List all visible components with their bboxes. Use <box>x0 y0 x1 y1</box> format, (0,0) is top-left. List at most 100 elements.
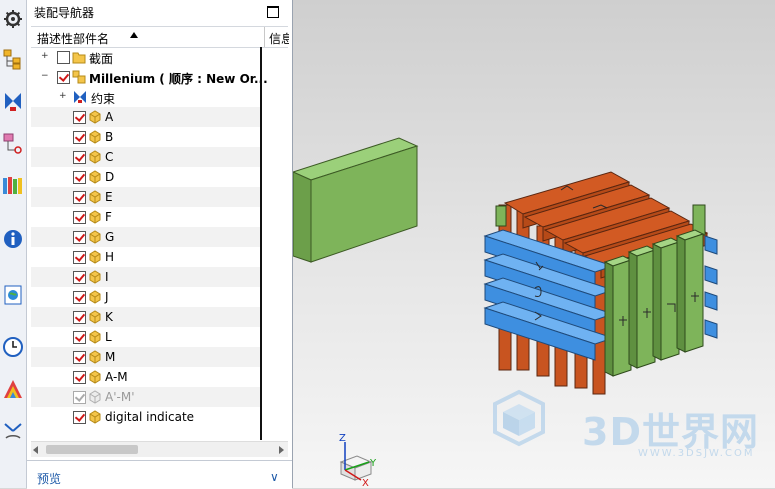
visibility-checkbox[interactable] <box>73 151 86 164</box>
tree-row-component[interactable]: A'-M' <box>31 387 260 407</box>
visibility-checkbox[interactable] <box>73 371 86 384</box>
visibility-checkbox[interactable] <box>73 391 86 404</box>
gear-icon[interactable] <box>2 8 24 30</box>
tree-label: H <box>105 250 115 264</box>
column-divider-line <box>260 47 262 440</box>
component-icon <box>89 230 101 244</box>
visibility-checkbox[interactable] <box>73 331 86 344</box>
visibility-checkbox[interactable] <box>73 291 86 304</box>
component-icon <box>89 370 101 384</box>
tree-row-component[interactable]: I <box>31 267 260 287</box>
history-clock-icon[interactable] <box>2 336 24 358</box>
component-icon <box>89 270 101 284</box>
tree-label: A-M <box>105 370 128 384</box>
folder-icon <box>72 52 86 64</box>
tree-row-component[interactable]: M <box>31 347 260 367</box>
component-icon <box>89 210 101 224</box>
visibility-checkbox[interactable] <box>73 311 86 324</box>
component-icon <box>89 130 101 144</box>
palette-icon[interactable] <box>2 378 24 400</box>
tree-row-component[interactable]: A <box>31 107 260 127</box>
tree-row-component[interactable]: G <box>31 227 260 247</box>
tree-row-component[interactable]: A-M <box>31 367 260 387</box>
visibility-checkbox[interactable] <box>73 211 86 224</box>
visibility-checkbox[interactable] <box>73 231 86 244</box>
tree-row-section[interactable]: + 截面 <box>31 47 260 67</box>
tree-row-root-assembly[interactable]: − Millenium ( 顺序 : New Or... <box>31 67 268 87</box>
axis-y-label: Y <box>369 458 377 469</box>
tree-row-component[interactable]: K <box>31 307 260 327</box>
assembly-icon <box>72 70 86 84</box>
horizontal-scrollbar[interactable] <box>31 441 288 457</box>
scroll-right-icon[interactable] <box>279 446 284 454</box>
tree-label: 约束 <box>91 92 116 106</box>
tree-row-component[interactable]: L <box>31 327 260 347</box>
tree-row-component[interactable]: J <box>31 287 260 307</box>
constraint-navigator-icon[interactable] <box>2 90 24 112</box>
visibility-checkbox[interactable] <box>57 51 70 64</box>
visibility-checkbox[interactable] <box>73 111 86 124</box>
constraint-icon <box>74 91 86 103</box>
column-header-info[interactable]: 信息 <box>269 30 289 47</box>
component-icon <box>89 150 101 164</box>
sort-ascending-icon[interactable] <box>130 32 138 38</box>
visibility-checkbox[interactable] <box>73 171 86 184</box>
web-browser-icon[interactable] <box>2 284 24 306</box>
expand-plus-icon[interactable]: + <box>41 52 49 61</box>
tree-label: digital indicate <box>105 410 195 424</box>
tree-label: J <box>105 290 109 304</box>
roles-icon[interactable] <box>2 420 24 442</box>
tree-label: A'-M' <box>105 390 135 404</box>
tree-row-component[interactable]: B <box>31 127 260 147</box>
collapse-minus-icon[interactable]: − <box>41 72 49 81</box>
scroll-left-icon[interactable] <box>33 446 38 454</box>
tree-row-component[interactable]: F <box>31 207 260 227</box>
component-icon <box>89 250 101 264</box>
column-header-row: 描述性部件名 信息 <box>31 26 289 48</box>
column-divider[interactable] <box>264 27 265 47</box>
part-navigator-icon[interactable] <box>2 132 24 154</box>
tree-row-component[interactable]: C <box>31 147 260 167</box>
tree-label: C <box>105 150 114 164</box>
expand-plus-icon[interactable]: + <box>59 92 67 101</box>
tree-row-component[interactable]: H <box>31 247 260 267</box>
reuse-library-icon[interactable] <box>2 174 24 196</box>
tree-row-component[interactable]: D <box>31 167 260 187</box>
visibility-checkbox[interactable] <box>73 271 86 284</box>
green-slab[interactable] <box>293 137 419 263</box>
tree-label: G <box>105 230 115 244</box>
graphics-viewport[interactable]: Z Y X 3D世界网 WWW.3DSJW.COM <box>293 0 775 488</box>
visibility-checkbox[interactable] <box>73 131 86 144</box>
assembly-navigator-panel: 装配导航器 描述性部件名 信息 + 截面 − Millenium ( 顺序 : … <box>27 0 293 489</box>
component-icon <box>89 190 101 204</box>
visibility-checkbox[interactable] <box>73 251 86 264</box>
maximize-button[interactable] <box>267 6 279 18</box>
puzzle-cube[interactable] <box>483 171 718 395</box>
tree-label: 截面 <box>89 52 114 66</box>
chevron-down-icon[interactable]: ∨ <box>270 470 279 484</box>
visibility-checkbox[interactable] <box>73 411 86 424</box>
visibility-checkbox[interactable] <box>57 71 70 84</box>
component-icon <box>89 290 101 304</box>
tree-label: E <box>105 190 113 204</box>
component-icon <box>89 350 101 364</box>
toolbar-strip <box>0 0 27 488</box>
watermark-logo <box>493 389 545 447</box>
scrollbar-thumb[interactable] <box>46 445 138 454</box>
assembly-navigator-icon[interactable] <box>2 48 24 70</box>
tree-row-constraints[interactable]: + 约束 <box>31 87 260 107</box>
tree-label: Millenium ( 顺序 : New Or... <box>89 72 268 86</box>
preview-section[interactable]: 预览 ∨ <box>27 460 292 489</box>
tree-label: B <box>105 130 114 144</box>
info-icon[interactable] <box>2 228 24 250</box>
axis-z-label: Z <box>339 433 346 444</box>
visibility-checkbox[interactable] <box>73 191 86 204</box>
tree-row-component[interactable]: E <box>31 187 260 207</box>
tree-label: M <box>105 350 116 364</box>
tree-label: K <box>105 310 113 324</box>
column-header-name[interactable]: 描述性部件名 <box>37 30 109 47</box>
tree-row-component[interactable]: digital indicate <box>31 407 260 427</box>
component-icon <box>89 390 101 404</box>
visibility-checkbox[interactable] <box>73 351 86 364</box>
watermark-url: WWW.3DSJW.COM <box>638 448 755 459</box>
